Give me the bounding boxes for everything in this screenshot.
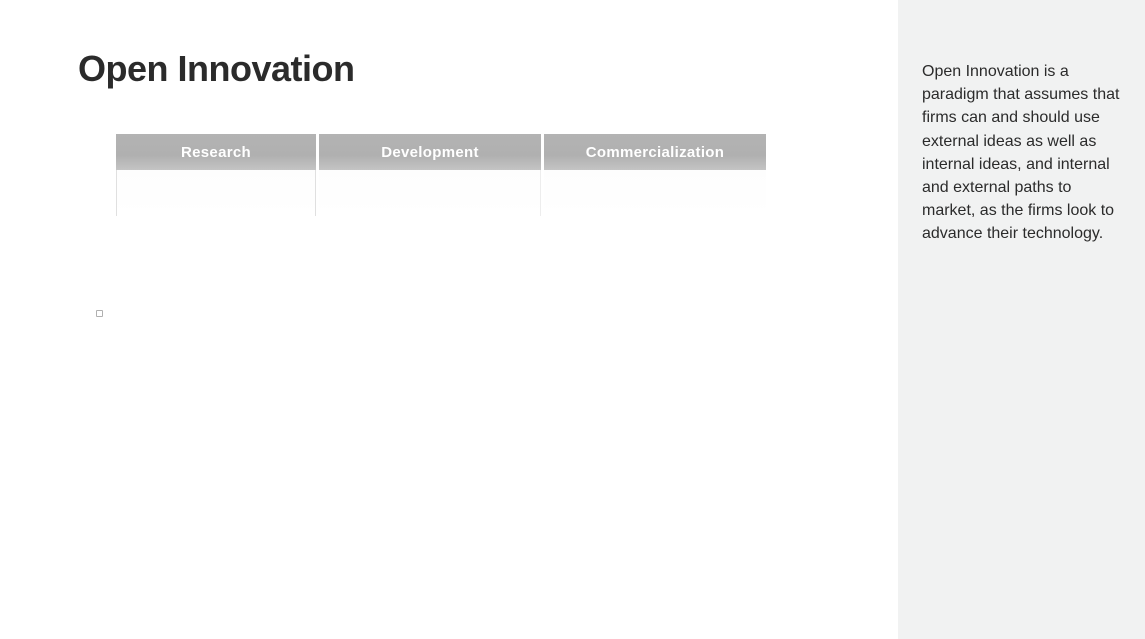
- stage-header-development: Development: [319, 134, 541, 170]
- sidebar-description: Open Innovation is a paradigm that assum…: [922, 60, 1121, 246]
- marker-icon: [96, 310, 103, 317]
- slide-main-content: Open Innovation Research Development Com…: [0, 0, 898, 639]
- stage-column-development: [319, 170, 541, 216]
- stage-column-commercialization: [544, 170, 766, 216]
- innovation-diagram: Research Development Commercialization: [116, 134, 766, 216]
- stage-headers: Research Development Commercialization: [116, 134, 766, 170]
- slide-sidebar: Open Innovation is a paradigm that assum…: [898, 0, 1145, 639]
- stage-body: [116, 170, 766, 216]
- slide-title: Open Innovation: [78, 48, 355, 90]
- stage-column-research: [116, 170, 316, 216]
- stage-header-commercialization: Commercialization: [544, 134, 766, 170]
- stage-header-research: Research: [116, 134, 316, 170]
